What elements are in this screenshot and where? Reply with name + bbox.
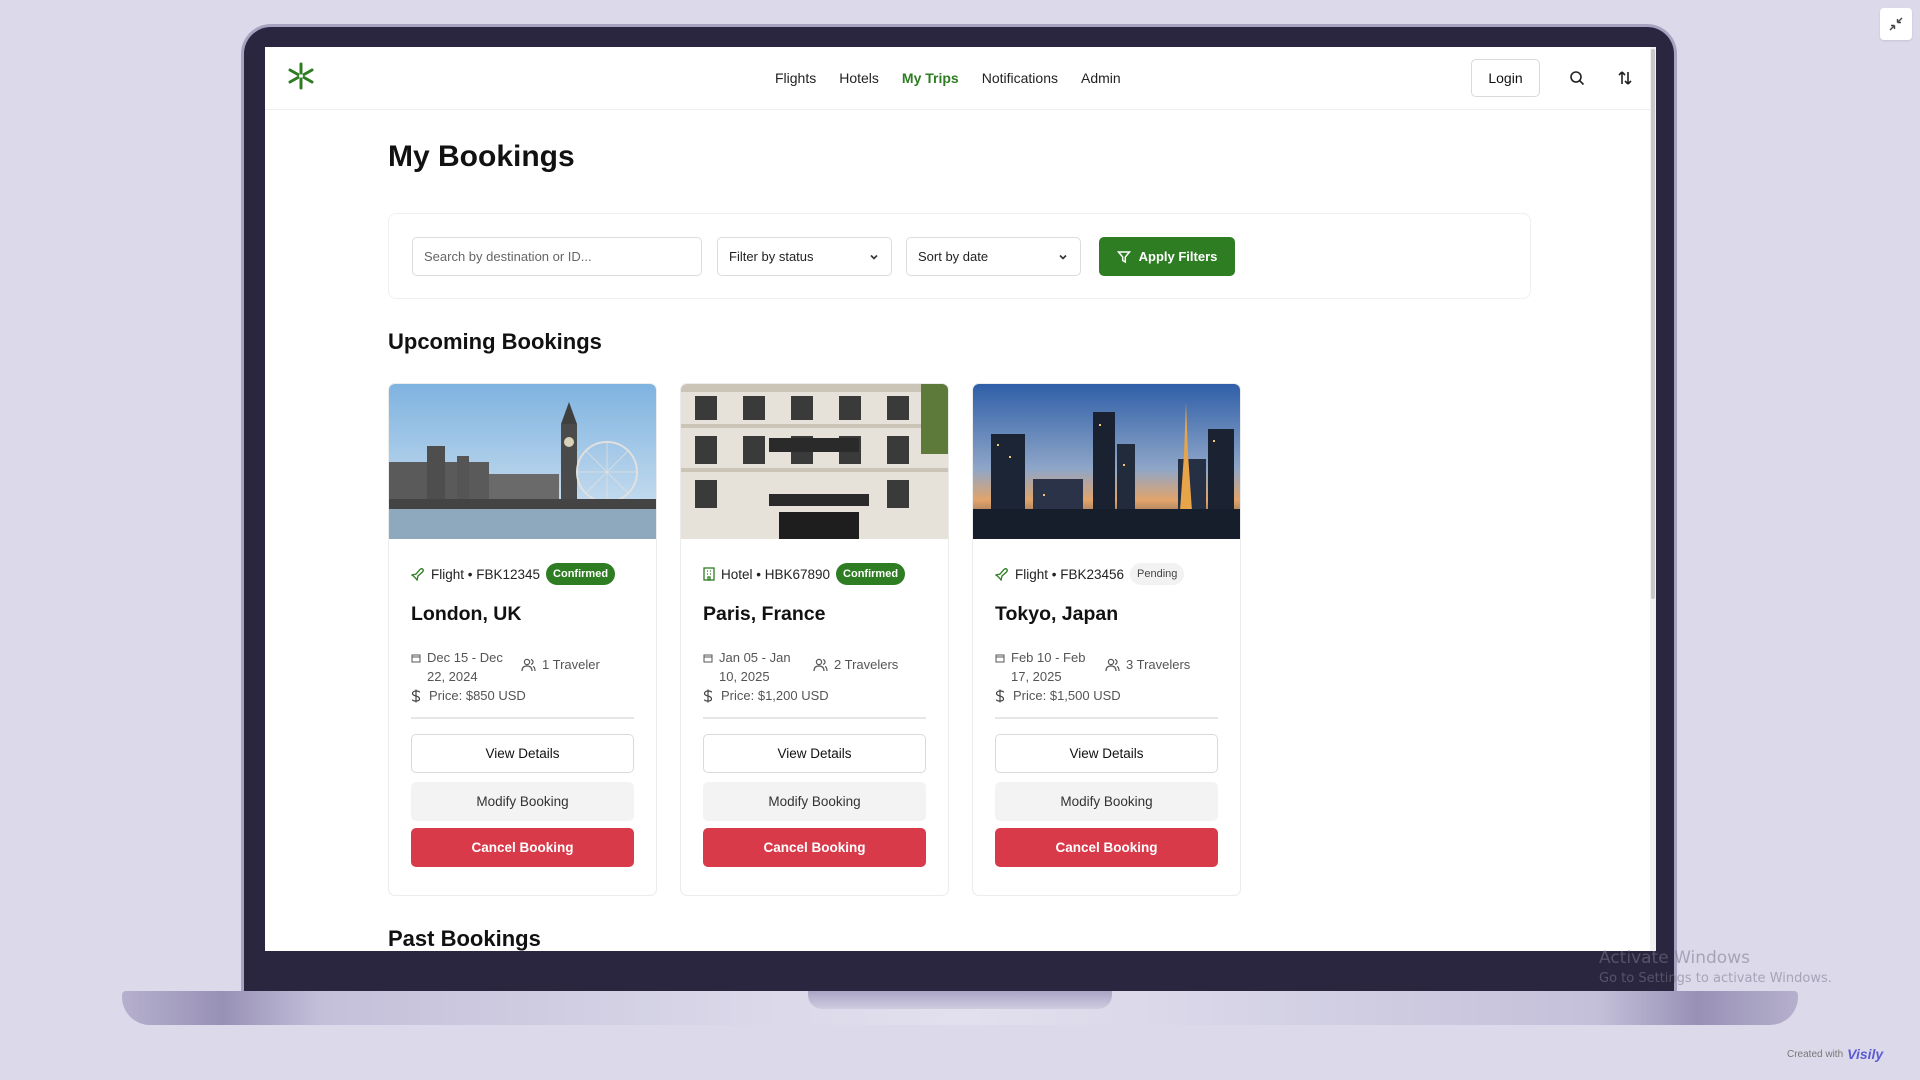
upcoming-bookings-heading: Upcoming Bookings [388,329,602,354]
apply-filters-label: Apply Filters [1138,249,1218,264]
booking-meta: Hotel • HBK67890 Confirmed [703,563,906,585]
paris-image [681,384,948,539]
booking-dates-text: Dec 15 - Dec 22, 2024 [427,650,503,684]
app-screen: Flights Hotels My Trips Notifications Ad… [265,47,1656,951]
nav-link-my-trips[interactable]: My Trips [902,70,959,86]
travelers-text: 1 Traveler [542,657,600,672]
destination-title: Paris, France [703,603,826,625]
view-details-button[interactable]: View Details [703,734,926,773]
chevron-down-icon [1059,254,1067,260]
chevron-down-icon [870,254,878,260]
booking-price: Price: $1,200 USD [703,688,829,703]
navbar: Flights Hotels My Trips Notifications Ad… [265,47,1650,110]
booking-dates-text: Jan 05 - Jan 10, 2025 [719,650,791,684]
users-icon [521,658,536,671]
status-badge: Confirmed [546,563,616,585]
plane-icon [995,568,1008,581]
price-text: Price: $1,200 USD [721,688,829,703]
divider [703,717,926,719]
sort-select[interactable]: Sort by date [906,237,1081,276]
collapse-button[interactable] [1880,8,1912,40]
sort-select-label: Sort by date [918,249,989,264]
booking-card: Flight • FBK12345 Confirmed London, UK D… [388,383,657,896]
search-icon [1570,71,1585,86]
nav-link-hotels[interactable]: Hotels [839,70,879,86]
activate-windows-watermark: Activate Windows Go to Settings to activ… [1599,948,1832,986]
booking-travelers: 1 Traveler [521,657,600,672]
destination-title: London, UK [411,603,522,625]
price-text: Price: $1,500 USD [1013,688,1121,703]
search-input[interactable] [412,237,702,276]
brand-logo: Visily [1847,1046,1884,1062]
view-details-button[interactable]: View Details [411,734,634,773]
status-filter-select[interactable]: Filter by status [717,237,892,276]
modify-booking-button[interactable]: Modify Booking [995,782,1218,821]
dollar-icon [411,689,421,702]
created-with-label: Created with [1787,1048,1844,1060]
booking-price: Price: $1,500 USD [995,688,1121,703]
booking-meta: Flight • FBK23456 Pending [995,563,1185,585]
booking-type-id: Hotel • HBK67890 [721,566,831,582]
page-title: My Bookings [388,140,575,173]
dollar-icon [995,689,1005,702]
cancel-booking-button[interactable]: Cancel Booking [411,828,634,867]
filter-icon [1116,250,1131,263]
dollar-icon [703,689,713,702]
cancel-booking-button[interactable]: Cancel Booking [995,828,1218,867]
status-badge: Confirmed [836,563,906,585]
booking-card: Flight • FBK23456 Pending Tokyo, Japan F… [972,383,1241,896]
filter-bar: Filter by status Sort by date Apply Filt… [388,213,1531,299]
apply-filters-button[interactable]: Apply Filters [1099,237,1235,276]
nav-link-notifications[interactable]: Notifications [982,70,1058,86]
calendar-icon [995,654,1005,663]
travelers-text: 3 Travelers [1126,657,1191,672]
users-icon [813,658,828,671]
calendar-icon [411,654,421,663]
users-icon [1105,658,1120,671]
watermark-subtitle: Go to Settings to activate Windows. [1599,971,1832,986]
sort-icon [1618,71,1632,85]
booking-meta: Flight • FBK12345 Confirmed [411,563,616,585]
login-button[interactable]: Login [1471,59,1540,97]
divider [995,717,1218,719]
price-text: Price: $850 USD [429,688,526,703]
hotel-icon [703,567,715,581]
nav-link-admin[interactable]: Admin [1081,70,1121,86]
booking-travelers: 3 Travelers [1105,657,1190,672]
status-badge: Pending [1130,563,1185,585]
watermark-title: Activate Windows [1599,948,1750,968]
created-with-badge: Created with Visily [1787,1046,1883,1062]
cancel-booking-button[interactable]: Cancel Booking [703,828,926,867]
booking-card: Hotel • HBK67890 Confirmed Paris, France… [680,383,949,896]
modify-booking-button[interactable]: Modify Booking [703,782,926,821]
scrollbar-thumb[interactable] [1651,49,1655,599]
nav-link-flights[interactable]: Flights [775,70,816,86]
calendar-icon [703,654,713,663]
booking-travelers: 2 Travelers [813,657,898,672]
london-image [389,384,656,539]
modify-booking-button[interactable]: Modify Booking [411,782,634,821]
booking-dates: Jan 05 - Jan 10, 2025 [703,648,807,686]
view-details-button[interactable]: View Details [995,734,1218,773]
plane-icon [411,568,424,581]
booking-price: Price: $850 USD [411,688,526,703]
status-filter-label: Filter by status [729,249,814,264]
booking-dates: Feb 10 - Feb 17, 2025 [995,648,1099,686]
tokyo-image [973,384,1240,539]
sort-button[interactable] [1615,68,1635,88]
past-bookings-heading: Past Bookings [388,926,541,951]
search-button[interactable] [1567,68,1587,88]
scrollbar[interactable] [1650,47,1656,951]
booking-type-id: Flight • FBK12345 [431,566,541,582]
collapse-icon [1889,17,1903,31]
logo-icon[interactable] [287,62,315,90]
booking-type-id: Flight • FBK23456 [1015,566,1125,582]
nav-links: Flights Hotels My Trips Notifications Ad… [775,70,1121,86]
booking-dates-text: Feb 10 - Feb 17, 2025 [1011,650,1086,684]
destination-title: Tokyo, Japan [995,603,1119,625]
travelers-text: 2 Travelers [834,657,899,672]
booking-dates: Dec 15 - Dec 22, 2024 [411,648,515,686]
laptop-notch [808,991,1112,1009]
divider [411,717,634,719]
